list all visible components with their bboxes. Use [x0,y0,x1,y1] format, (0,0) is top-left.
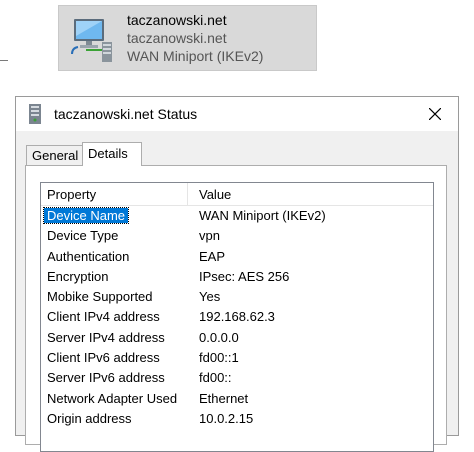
property-value: 192.168.62.3 [199,309,275,325]
dialog-title: taczanowski.net Status [54,106,198,122]
server-icon [28,104,42,124]
list-item[interactable]: Client IPv6 address fd00::1 [41,348,433,368]
vpn-connection-tile[interactable]: taczanowski.net taczanowski.net WAN Mini… [58,5,317,71]
details-tab-panel: Property Value Device Name WAN Miniport (… [25,165,447,452]
column-header-value[interactable]: Value [199,187,231,202]
property-name: Device Name [42,207,130,224]
property-name: Client IPv6 address [47,350,160,366]
property-name: Network Adapter Used [47,390,178,406]
list-item[interactable]: Authentication EAP [41,247,433,267]
divider-mark [0,60,8,61]
dialog-titlebar[interactable]: taczanowski.net Status [16,97,458,131]
column-divider[interactable] [187,183,188,205]
list-item[interactable]: Device Type vpn [41,226,433,246]
connection-device: WAN Miniport (IKEv2) [127,48,264,64]
column-header-property[interactable]: Property [47,187,96,202]
property-value: Yes [199,289,221,305]
property-value: fd00:: [199,370,232,386]
property-value: EAP [199,248,226,264]
property-name: Server IPv4 address [47,329,165,345]
property-value: Ethernet [199,390,249,406]
list-item[interactable]: Server IPv6 address fd00:: [41,368,433,388]
property-value: fd00::1 [199,350,239,366]
property-name: Mobike Supported [47,289,153,305]
connection-subtitle: taczanowski.net [127,30,227,46]
status-dialog: taczanowski.net Status General Details P… [15,96,459,452]
details-list[interactable]: Property Value Device Name WAN Miniport (… [40,182,434,452]
property-value: vpn [199,228,220,244]
connection-name: taczanowski.net [127,12,227,28]
property-name: Encryption [47,268,109,284]
property-value: 0.0.0.0 [199,329,239,345]
list-item[interactable]: Device Name WAN Miniport (IKEv2) [41,206,433,226]
property-name: Client IPv4 address [47,309,160,325]
list-item[interactable]: Encryption IPsec: AES 256 [41,267,433,287]
list-header: Property Value [41,183,433,206]
tab-details[interactable]: Details [82,142,142,166]
property-name: Server IPv6 address [47,370,165,386]
property-value: IPsec: AES 256 [199,268,290,284]
list-item[interactable]: Server IPv4 address 0.0.0.0 [41,328,433,348]
network-connection-icon [66,14,116,64]
property-name: Authentication [47,248,130,264]
close-button[interactable] [412,97,458,131]
close-icon [429,108,441,120]
tab-general[interactable]: General [26,145,83,165]
list-item[interactable]: Network Adapter Used Ethernet [41,389,433,409]
list-item[interactable]: Origin address 10.0.2.15 [41,409,433,429]
property-value: WAN Miniport (IKEv2) [199,208,326,223]
list-item[interactable]: Client IPv4 address 192.168.62.3 [41,307,433,327]
property-name: Device Type [47,228,119,244]
list-item[interactable]: Mobike Supported Yes [41,287,433,307]
